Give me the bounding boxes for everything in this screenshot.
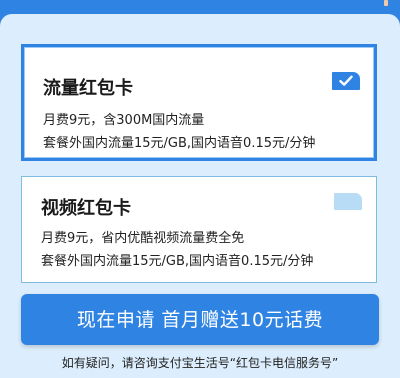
unselected-badge-icon: [334, 193, 362, 210]
plan-card-title: 视频红包卡: [41, 198, 131, 219]
plan-card-title: 流量红包卡: [43, 78, 133, 99]
plan-card-price: 月费9元，省内优酷视频流量费全免: [41, 231, 245, 246]
plan-card-video[interactable]: 视频红包卡 月费9元，省内优酷视频流量费全免 套餐外国内流量15元/GB,国内语…: [21, 176, 377, 283]
check-icon: [332, 72, 360, 90]
plan-card-traffic[interactable]: 流量红包卡 月费9元，含300M国内流量 套餐外国内流量15元/GB,国内语音0…: [21, 44, 377, 161]
page: 流量红包卡 月费9元，含300M国内流量 套餐外国内流量15元/GB,国内语音0…: [0, 0, 400, 378]
plan-card-price: 月费9元，含300M国内流量: [43, 113, 205, 128]
plan-card-extra-fees: 套餐外国内流量15元/GB,国内语音0.15元/分钟: [43, 136, 316, 151]
plan-card-extra-fees: 套餐外国内流量15元/GB,国内语音0.15元/分钟: [41, 254, 314, 269]
top-edge-marker: [384, 0, 388, 6]
plan-selection-panel: 流量红包卡 月费9元，含300M国内流量 套餐外国内流量15元/GB,国内语音0…: [0, 14, 400, 378]
apply-now-button[interactable]: 现在申请 首月赠送10元话费: [21, 294, 379, 345]
help-text: 如有疑问，请咨询支付宝生活号“红包卡电信服务号”: [61, 356, 339, 370]
